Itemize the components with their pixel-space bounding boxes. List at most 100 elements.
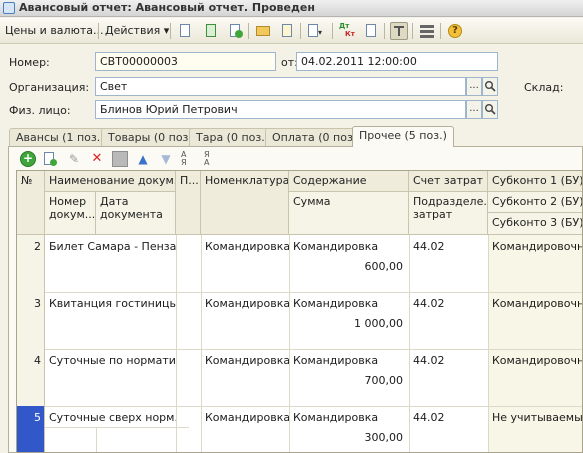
row-separator bbox=[45, 292, 582, 293]
row-number: 2 bbox=[34, 240, 41, 253]
toolbar-separator bbox=[332, 23, 333, 39]
edit-row-icon[interactable]: ✎ bbox=[66, 151, 82, 167]
end-edit-icon[interactable] bbox=[112, 151, 128, 167]
subkonto1-cell[interactable]: Командировочные bbox=[488, 294, 582, 313]
subkonto1-cell[interactable]: Командировочные bbox=[488, 351, 582, 370]
move-up-icon[interactable]: ▲ bbox=[135, 151, 151, 167]
search-icon[interactable] bbox=[482, 77, 498, 96]
sort-ascending-icon[interactable]: AЯ bbox=[181, 151, 197, 167]
account-cell[interactable]: 44.02 bbox=[409, 294, 488, 313]
account-cell[interactable]: 44.02 bbox=[409, 408, 488, 427]
row-separator bbox=[45, 349, 582, 350]
toolbar-separator bbox=[384, 23, 385, 39]
settings-icon[interactable] bbox=[418, 22, 436, 40]
person-select-button[interactable]: ... bbox=[466, 100, 482, 119]
search-icon[interactable] bbox=[482, 100, 498, 119]
save-icon[interactable] bbox=[202, 22, 220, 40]
content-cell[interactable]: Командировка bbox=[289, 294, 409, 313]
add-row-icon[interactable]: + bbox=[20, 151, 36, 167]
person-label: Физ. лицо: bbox=[9, 104, 71, 117]
tab-goods[interactable]: Товары (0 поз.) bbox=[101, 128, 204, 146]
dt-kt-icon[interactable]: Дт Кт bbox=[338, 22, 356, 40]
document-name-cell[interactable]: Суточные сверх норм... bbox=[45, 408, 176, 427]
sum-cell[interactable]: 600,00 bbox=[289, 257, 407, 276]
warehouse-label: Склад: bbox=[524, 81, 564, 94]
chevron-down-icon: ▾ bbox=[163, 24, 170, 37]
grid-line bbox=[96, 427, 97, 452]
add-document-icon[interactable] bbox=[226, 22, 244, 40]
nomenclature-cell[interactable]: Командировка bbox=[201, 408, 289, 427]
column-header-subkonto2[interactable]: Субконто 2 (БУ) bbox=[488, 192, 582, 213]
column-header-expense-account[interactable]: Счет затрат ... bbox=[409, 171, 488, 192]
copy-row-icon[interactable] bbox=[42, 151, 58, 167]
row-separator bbox=[45, 427, 189, 428]
organization-label: Организация: bbox=[9, 81, 90, 94]
row-number: 5 bbox=[34, 411, 41, 424]
row-number: 3 bbox=[34, 297, 41, 310]
main-toolbar: Цены и валюта... Действия ▾ ▾ Дт Кт ? bbox=[0, 18, 583, 44]
nomenclature-cell[interactable]: Командировка bbox=[201, 237, 289, 256]
delete-row-icon[interactable]: ✕ bbox=[89, 151, 105, 167]
toolbar-separator bbox=[300, 23, 301, 39]
column-header-document-date[interactable]: Дата документа bbox=[96, 192, 176, 235]
column-header-department[interactable]: Подразделе... затрат bbox=[409, 192, 488, 235]
person-field[interactable]: Блинов Юрий Петрович bbox=[95, 100, 466, 119]
subkonto1-cell[interactable]: Командировочные bbox=[488, 237, 582, 256]
column-header-document-number[interactable]: Номер докум... bbox=[45, 192, 96, 235]
grid-line bbox=[176, 235, 177, 452]
content-cell[interactable]: Командировка bbox=[289, 408, 409, 427]
toolbar-separator bbox=[170, 23, 171, 39]
organization-field[interactable]: Свет bbox=[95, 77, 466, 96]
toolbar-separator bbox=[98, 23, 99, 39]
column-header-subkonto1[interactable]: Субконто 1 (БУ) bbox=[488, 171, 582, 192]
tab-other[interactable]: Прочее (5 поз.) bbox=[352, 126, 454, 147]
tab-advances[interactable]: Авансы (1 поз.) bbox=[9, 128, 112, 146]
account-cell[interactable]: 44.02 bbox=[409, 351, 488, 370]
fill-icon[interactable] bbox=[254, 22, 272, 40]
nomenclature-cell[interactable]: Командировка bbox=[201, 294, 289, 313]
sum-cell[interactable]: 300,00 bbox=[289, 428, 407, 447]
column-header-p[interactable]: П... bbox=[176, 171, 201, 235]
actions-menu-button[interactable]: Действия ▾ bbox=[102, 21, 172, 41]
sum-cell[interactable]: 700,00 bbox=[289, 371, 407, 390]
actions-label: Действия bbox=[105, 24, 161, 37]
title-bar: Авансовый отчет: Авансовый отчет. Провед… bbox=[0, 0, 583, 17]
document-name-cell[interactable]: Суточные по нормативу bbox=[45, 351, 176, 370]
other-items-table[interactable]: № Наименование докум... П... Номенклатур… bbox=[16, 170, 583, 453]
number-label: Номер: bbox=[9, 56, 50, 69]
sort-descending-icon[interactable]: ЯA bbox=[204, 151, 220, 167]
post-and-close-icon[interactable] bbox=[176, 22, 194, 40]
content-cell[interactable]: Командировка bbox=[289, 351, 409, 370]
toolbar-separator bbox=[248, 23, 249, 39]
toolbar-separator bbox=[440, 23, 441, 39]
document-icon bbox=[3, 2, 15, 14]
column-header-nomenclature[interactable]: Номенклатура bbox=[201, 171, 289, 235]
window-title: Авансовый отчет: Авансовый отчет. Провед… bbox=[19, 1, 315, 14]
tab-containers[interactable]: Тара (0 поз.) bbox=[189, 128, 277, 146]
column-header-number[interactable]: № bbox=[17, 171, 45, 235]
number-field[interactable]: СВТ00000003 bbox=[95, 52, 276, 71]
subkonto1-cell[interactable]: Не учитываемые bbox=[488, 408, 582, 427]
copy-icon[interactable] bbox=[278, 22, 296, 40]
nomenclature-cell[interactable]: Командировка bbox=[201, 351, 289, 370]
date-field[interactable]: 04.02.2011 12:00:00 bbox=[296, 52, 498, 71]
document-name-cell[interactable]: Квитанция гостиницы bbox=[45, 294, 176, 313]
column-header-document-name[interactable]: Наименование докум... bbox=[45, 171, 176, 192]
row-number: 4 bbox=[34, 354, 41, 367]
document-name-cell[interactable]: Билет Самара - Пенза bbox=[45, 237, 176, 256]
account-cell[interactable]: 44.02 bbox=[409, 237, 488, 256]
column-header-sum[interactable]: Сумма bbox=[289, 192, 409, 235]
report-icon[interactable] bbox=[362, 22, 380, 40]
content-cell[interactable]: Командировка bbox=[289, 237, 409, 256]
help-icon[interactable]: ? bbox=[446, 22, 464, 40]
row-separator bbox=[45, 406, 582, 407]
move-down-icon[interactable]: ▼ bbox=[158, 151, 174, 167]
sum-cell[interactable]: 1 000,00 bbox=[289, 314, 407, 333]
organization-select-button[interactable]: ... bbox=[466, 77, 482, 96]
toolbar-separator bbox=[412, 23, 413, 39]
prices-currency-button[interactable]: Цены и валюта... bbox=[2, 21, 106, 41]
based-on-icon[interactable]: ▾ bbox=[306, 22, 324, 40]
structure-icon[interactable] bbox=[390, 22, 408, 40]
column-header-subkonto3[interactable]: Субконто 3 (БУ) bbox=[488, 213, 582, 235]
column-header-content[interactable]: Содержание bbox=[289, 171, 409, 192]
